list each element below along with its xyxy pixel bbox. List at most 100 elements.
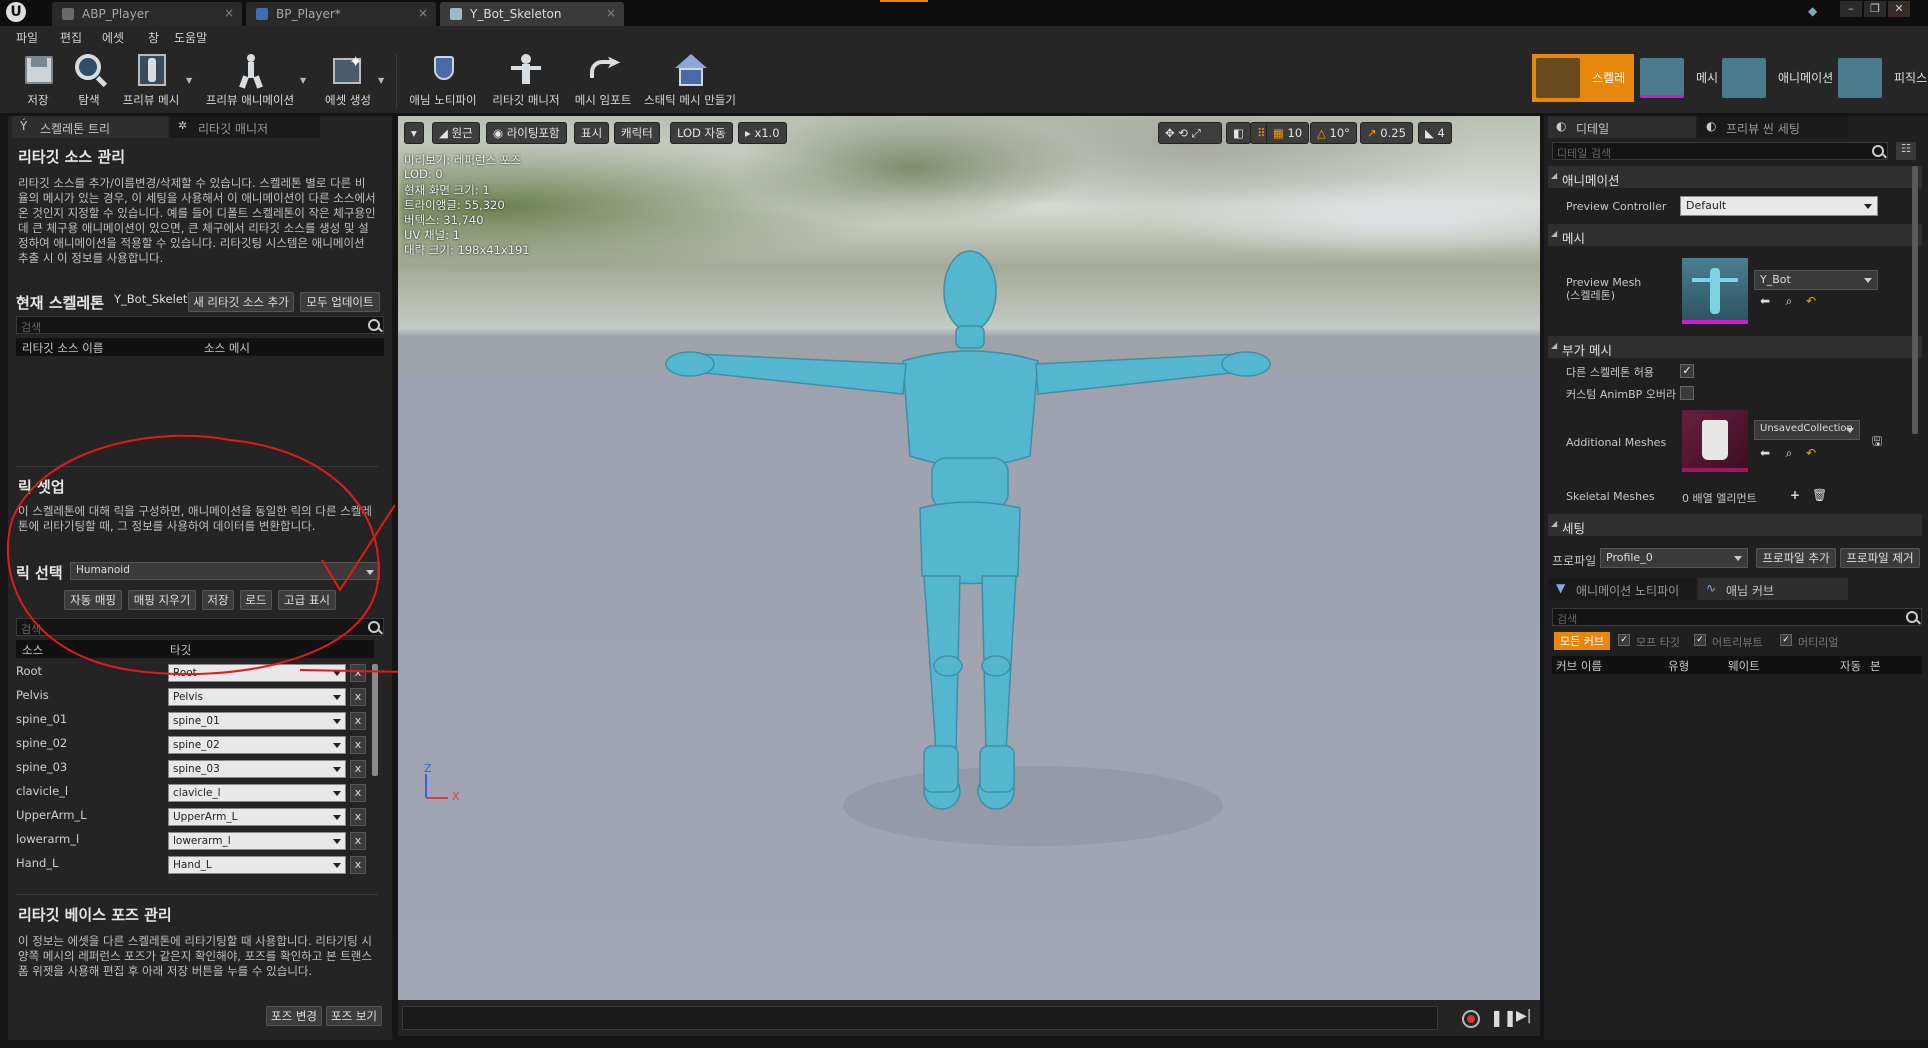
transform-tools-group[interactable]: ✥ ⟲ ⤢ <box>1158 122 1222 144</box>
pause-icon[interactable]: ❚❚ <box>1490 1008 1517 1027</box>
close-tab-icon[interactable]: × <box>224 6 234 20</box>
doc-tab-abp-player[interactable]: ABP_Player × <box>52 2 242 26</box>
custom-animbp-override-checkbox[interactable] <box>1680 386 1694 400</box>
playback-speed-button[interactable]: ▸ x1.0 <box>738 122 787 144</box>
add-retarget-source-button[interactable]: 새 리타깃 소스 추가 <box>188 292 294 312</box>
bone-target-dropdown[interactable]: clavicle_l <box>168 784 346 802</box>
add-element-icon[interactable]: + <box>1788 488 1802 502</box>
allow-different-skeletons-checkbox[interactable]: ✓ <box>1680 364 1694 378</box>
unreal-logo-icon[interactable]: U <box>6 2 26 22</box>
restore-button[interactable]: ❐ <box>1864 1 1886 17</box>
menu-edit[interactable]: 편집 <box>60 29 82 46</box>
remove-profile-button[interactable]: 프로파일 제거 <box>1840 548 1920 568</box>
add-profile-button[interactable]: 프로파일 추가 <box>1756 548 1836 568</box>
make-static-mesh-button[interactable]: 스태틱 메시 만들기 <box>642 48 738 114</box>
filter-material-checkbox[interactable]: ✓ <box>1780 634 1792 646</box>
curve-search-input[interactable]: 검색 <box>1552 608 1922 626</box>
bone-target-dropdown[interactable]: Pelvis <box>168 688 346 706</box>
bone-target-dropdown[interactable]: lowerarm_l <box>168 832 346 850</box>
surface-snap-button[interactable]: ◧ <box>1226 122 1251 144</box>
bone-target-dropdown[interactable]: Hand_L <box>168 856 346 874</box>
character-mannequin[interactable] <box>638 246 1298 866</box>
mode-physics-button[interactable]: 피직스 <box>1834 54 1928 102</box>
retarget-manager-button[interactable]: 리타깃 매니저 <box>490 48 562 114</box>
close-window-button[interactable]: ✕ <box>1888 1 1910 17</box>
view-options-icon[interactable]: ☷ <box>1896 142 1916 160</box>
menu-asset[interactable]: 에셋 <box>102 29 124 46</box>
tab-animation-notifies[interactable]: ▼ 애니메이션 노티파이 <box>1548 578 1696 600</box>
tab-details[interactable]: ◐ 디테일 <box>1548 116 1696 138</box>
scale-snap-button[interactable]: ↗ 0.25 <box>1360 122 1413 144</box>
preview-animation-dropdown-icon[interactable]: ▼ <box>300 76 306 85</box>
source-control-icon[interactable]: ◆ <box>1808 4 1824 18</box>
tab-anim-curves[interactable]: ∿ 애님 커브 <box>1698 578 1848 600</box>
browse-asset-icon[interactable]: ⌕ <box>1782 446 1796 460</box>
view-pose-button[interactable]: 포즈 보기 <box>326 1006 382 1026</box>
source-search-input[interactable]: 검색 <box>16 316 384 334</box>
bone-target-dropdown[interactable]: UpperArm_L <box>168 808 346 826</box>
preview-mesh-dropdown[interactable]: Y_Bot <box>1754 270 1878 290</box>
clear-bone-button[interactable]: x <box>350 784 366 802</box>
lit-mode-button[interactable]: ◉ 라이팅포함 <box>486 122 567 144</box>
filter-all-curves[interactable]: 모든 커브 <box>1554 632 1610 650</box>
viewport[interactable]: ▾ ◢ 원근 ◉ 라이팅포함 표시 캐릭터 LOD 자동 ▸ x1.0 ✥ ⟲ … <box>398 116 1540 1000</box>
filter-morph-target-checkbox[interactable]: ✓ <box>1618 634 1630 646</box>
profile-dropdown[interactable]: Profile_0 <box>1600 548 1748 568</box>
clear-bone-button[interactable]: x <box>350 688 366 706</box>
col-source-mesh[interactable]: 소스 메시 <box>204 340 250 356</box>
additional-meshes-dropdown[interactable]: UnsavedCollection <box>1754 420 1860 440</box>
col-weight[interactable]: 웨이트 <box>1728 658 1760 674</box>
preview-controller-dropdown[interactable]: Default <box>1680 196 1878 216</box>
import-mesh-button[interactable]: ➤ 메시 임포트 <box>570 48 636 114</box>
menu-file[interactable]: 파일 <box>16 29 38 46</box>
col-bone[interactable]: 본 <box>1870 658 1881 674</box>
clear-bone-button[interactable]: x <box>350 808 366 826</box>
bone-target-dropdown[interactable]: spine_03 <box>168 760 346 778</box>
mode-skeleton-button[interactable]: 스켈레톤 <box>1532 54 1634 133</box>
filter-attribute-checkbox[interactable]: ✓ <box>1694 634 1706 646</box>
additional-meshes-thumbnail[interactable] <box>1682 410 1748 472</box>
minimize-button[interactable]: – <box>1840 1 1862 17</box>
bone-target-dropdown[interactable]: spine_02 <box>168 736 346 754</box>
update-all-button[interactable]: 모두 업데이트 <box>300 292 380 312</box>
save-collection-icon[interactable]: 🖫 <box>1870 434 1884 448</box>
use-selected-arrow-icon[interactable]: ⬅ <box>1758 446 1772 460</box>
tab-skeleton-tree[interactable]: Ý 스켈레톤 트리 <box>12 116 168 138</box>
save-button[interactable]: 저장 <box>18 48 58 114</box>
perspective-button[interactable]: ◢ 원근 <box>432 122 480 144</box>
menu-help[interactable]: 도움말 <box>174 29 207 46</box>
tab-preview-scene-settings[interactable]: ◐ 프리뷰 씬 세팅 <box>1698 116 1848 138</box>
col-auto[interactable]: 자동 <box>1840 658 1861 674</box>
browse-asset-icon[interactable]: ⌕ <box>1782 294 1796 308</box>
close-tab-icon[interactable]: × <box>606 6 616 20</box>
viewport-options-button[interactable]: ▾ <box>404 122 424 144</box>
record-button[interactable] <box>1462 1010 1480 1028</box>
reset-yellow-arrow-icon[interactable]: ↶ <box>1804 446 1818 460</box>
clear-bone-button[interactable]: x <box>350 712 366 730</box>
clear-bone-button[interactable]: x <box>350 832 366 850</box>
category-settings[interactable]: 세팅 <box>1548 514 1922 536</box>
preview-mesh-button[interactable]: 프리뷰 메시 <box>118 48 184 114</box>
doc-tab-y-bot-skeleton[interactable]: Y_Bot_Skeleton × <box>440 2 624 26</box>
preview-mesh-dropdown-icon[interactable]: ▼ <box>186 76 192 85</box>
close-tab-icon[interactable]: × <box>418 6 428 20</box>
details-search-input[interactable]: 디테일 검색 <box>1552 142 1888 160</box>
category-mesh[interactable]: 메시 <box>1548 224 1922 246</box>
menu-window[interactable]: 창 <box>148 29 159 46</box>
use-selected-arrow-icon[interactable]: ⬅ <box>1758 294 1772 308</box>
doc-tab-bp-player[interactable]: BP_Player* × <box>246 2 436 26</box>
mode-animation-button[interactable]: 애니메이션 <box>1718 54 1834 102</box>
modify-pose-button[interactable]: 포즈 변경 <box>266 1006 322 1026</box>
mode-mesh-button[interactable]: 메시 <box>1636 54 1720 102</box>
create-asset-dropdown-icon[interactable]: ▼ <box>378 76 384 85</box>
col-source-name[interactable]: 리타깃 소스 이름 <box>22 340 103 356</box>
category-animation[interactable]: 애니메이션 <box>1548 166 1922 188</box>
camera-speed-button[interactable]: ◣ 4 <box>1418 122 1452 144</box>
trash-icon[interactable]: 🗑 <box>1812 488 1827 502</box>
anim-notify-button[interactable]: 애님 노티파이 <box>406 48 480 114</box>
character-button[interactable]: 캐릭터 <box>614 122 660 144</box>
grid-size-button[interactable]: ▦ 10 <box>1266 122 1310 144</box>
tab-retarget-manager[interactable]: ✲ 리타깃 매니저 <box>170 116 320 138</box>
details-scrollbar[interactable] <box>1912 166 1918 434</box>
col-type[interactable]: 유형 <box>1668 658 1689 674</box>
